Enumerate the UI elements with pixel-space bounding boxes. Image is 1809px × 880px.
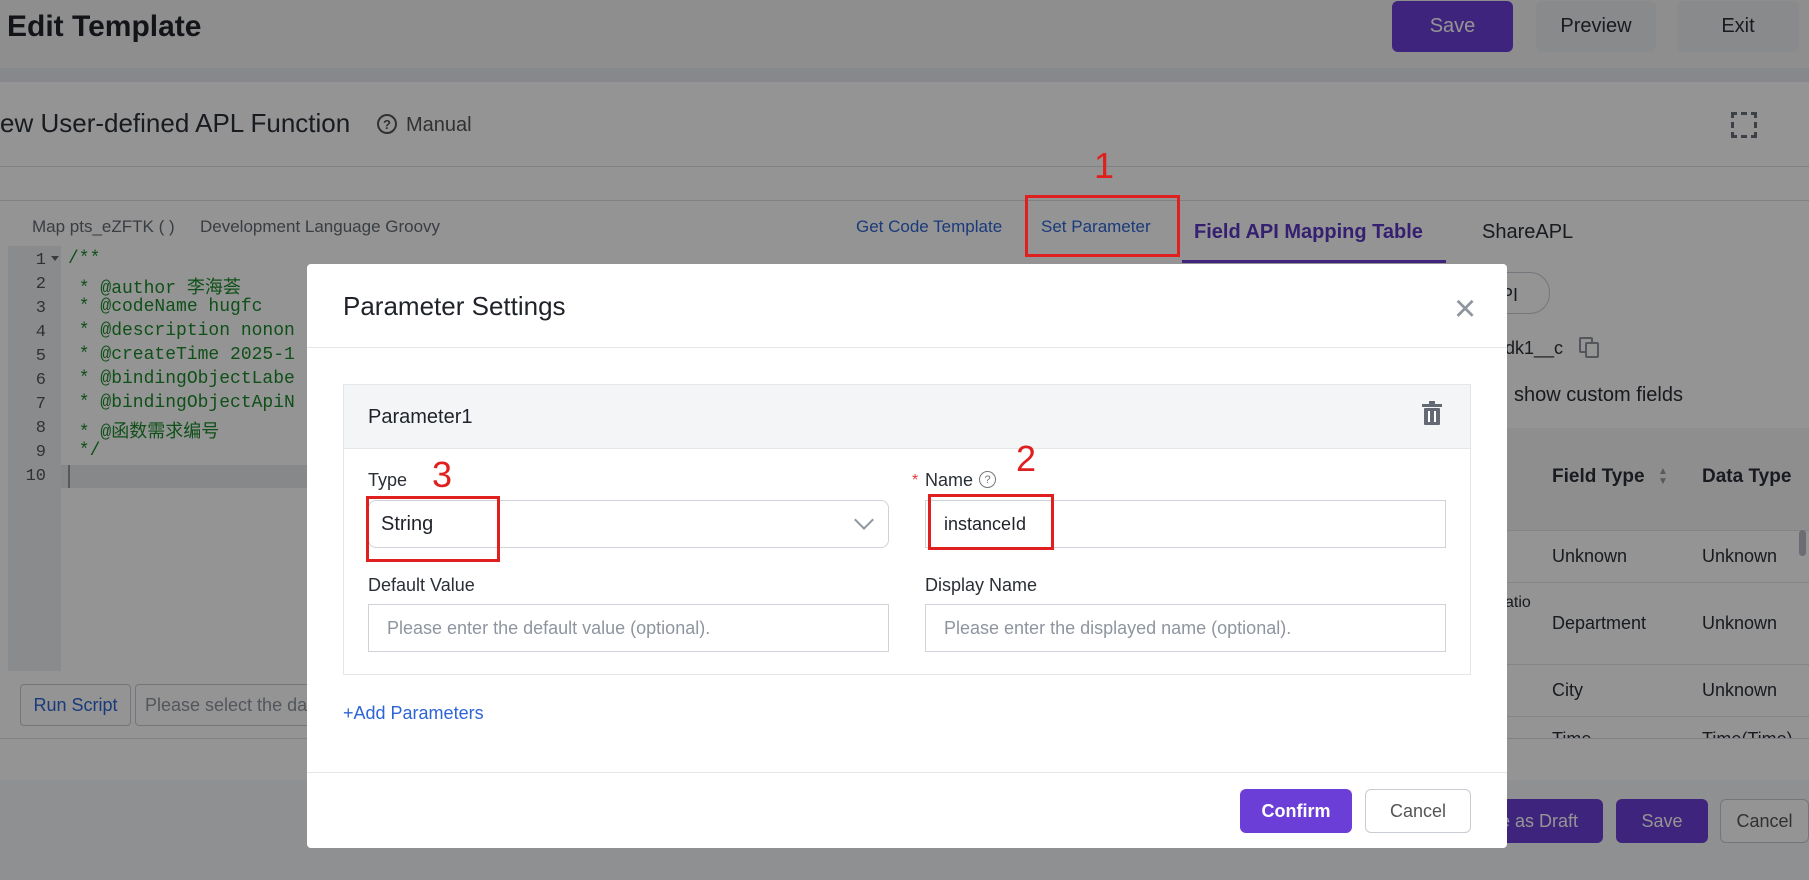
annotation-box-name [928,494,1054,550]
help-icon[interactable]: ? [979,471,996,488]
display-name-input[interactable]: Please enter the displayed name (optiona… [925,604,1446,652]
dialog-title: Parameter Settings [343,291,566,321]
default-value-input[interactable]: Please enter the default value (optional… [368,604,889,652]
annotation-number: 1 [1094,145,1115,186]
divider [307,772,1507,773]
annotation-box-type [366,496,500,562]
close-icon[interactable]: × [1454,290,1476,328]
required-marker: * [912,472,919,489]
divider [307,347,1507,348]
parameter-card-header [344,385,1470,449]
trash-icon[interactable] [1422,401,1442,425]
annotation-box-set-parameter [1025,195,1180,257]
type-label: Type [368,470,408,490]
annotation-number: 2 [1016,438,1037,479]
display-name-label: Display Name [925,575,1038,595]
cancel-button[interactable]: Cancel [1365,789,1471,833]
default-value-label: Default Value [368,575,475,595]
name-label: Name [925,470,974,490]
confirm-button[interactable]: Confirm [1240,789,1352,833]
annotation-number: 3 [432,454,453,495]
parameter-title: Parameter1 [368,406,473,428]
add-parameters-link[interactable]: +Add Parameters [343,703,484,724]
